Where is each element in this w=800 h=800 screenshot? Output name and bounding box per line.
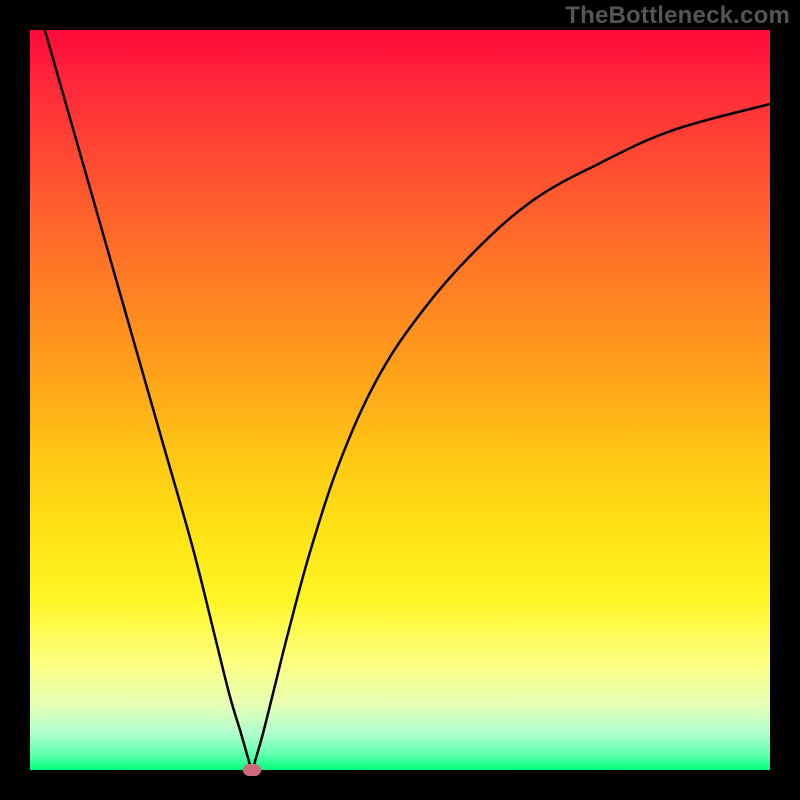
plot-area: [30, 30, 770, 770]
bottleneck-curve-path: [45, 30, 770, 770]
curve-svg: [30, 30, 770, 770]
minimum-marker: [243, 764, 261, 776]
chart-container: TheBottleneck.com: [0, 0, 800, 800]
watermark-text: TheBottleneck.com: [565, 2, 790, 30]
